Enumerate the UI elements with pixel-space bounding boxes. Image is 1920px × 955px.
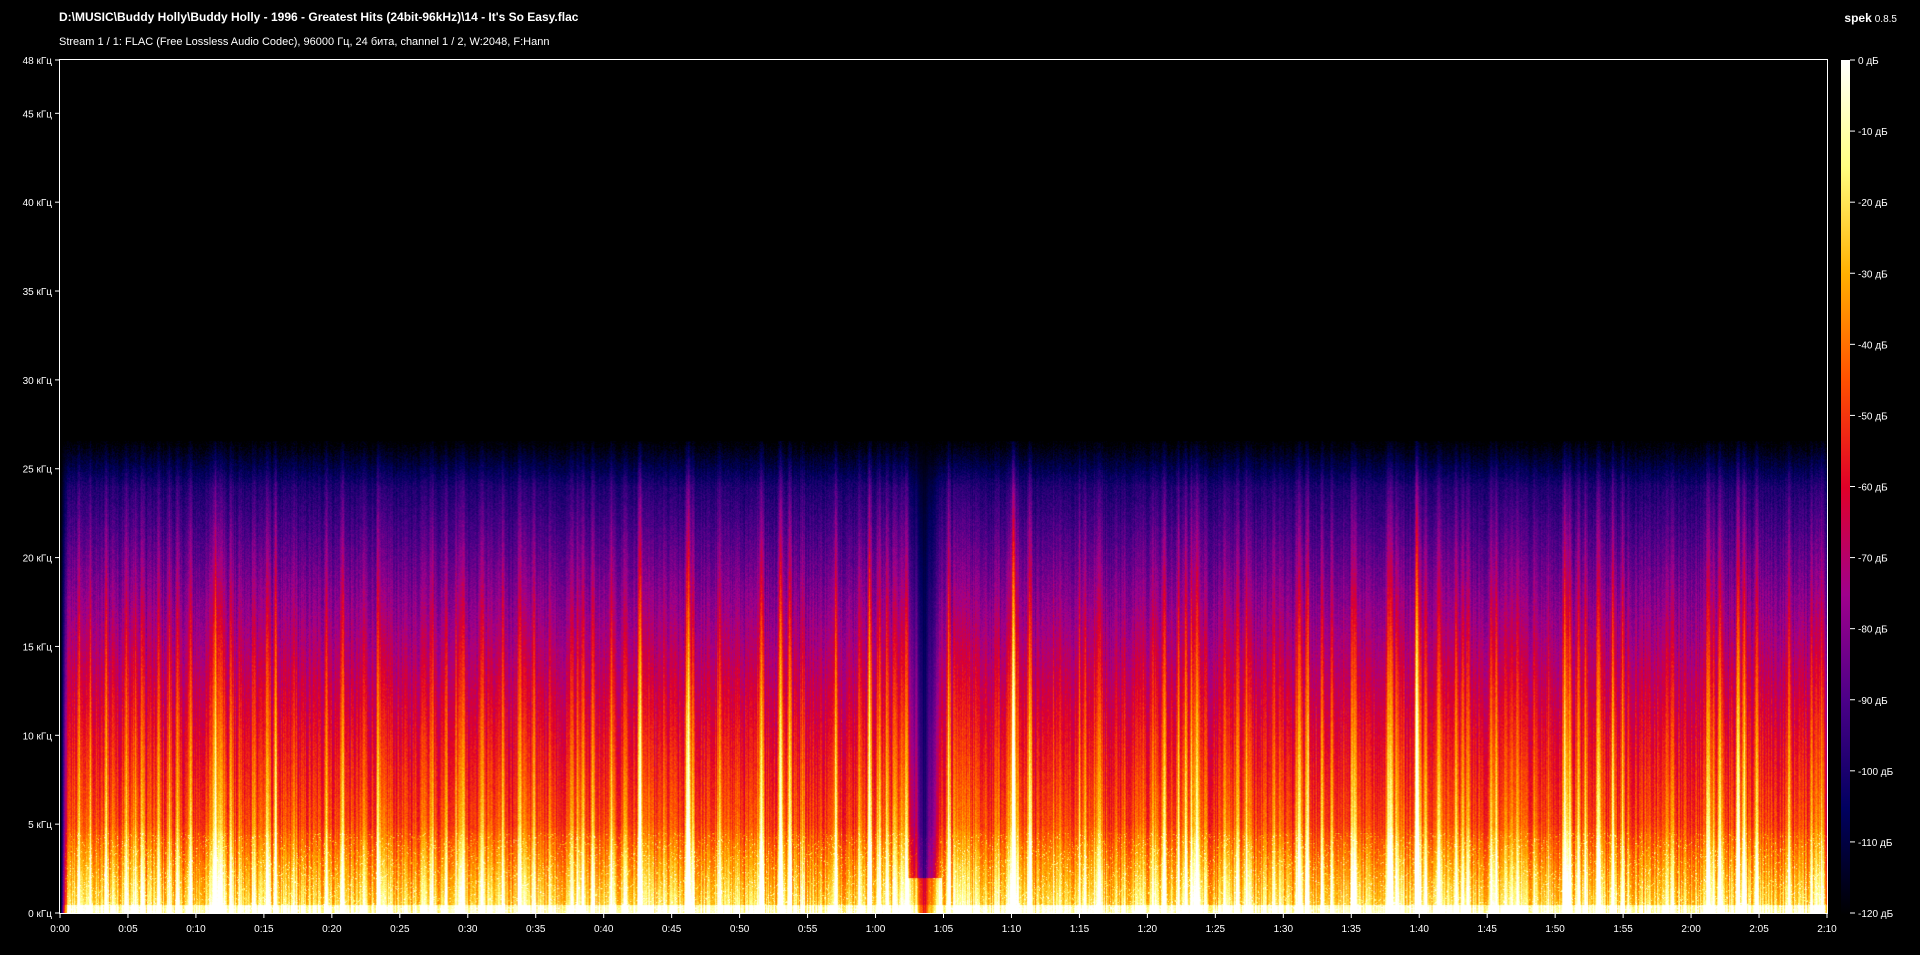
colorbar-tick-label: -90 дБ [1858, 696, 1888, 707]
colorbar-tick-label: -40 дБ [1858, 340, 1888, 351]
x-tick-label: 0:35 [526, 924, 546, 935]
x-tick-label: 1:05 [934, 924, 954, 935]
x-tick-label: 0:55 [798, 924, 818, 935]
x-tick-label: 0:00 [50, 924, 70, 935]
x-tick-label: 1:50 [1545, 924, 1565, 935]
y-tick-label: 20 кГц [23, 554, 53, 565]
y-tick-label: 40 кГц [23, 198, 53, 209]
x-tick-label: 1:45 [1477, 924, 1497, 935]
x-tick-label: 1:20 [1138, 924, 1158, 935]
colorbar-tick-label: -60 дБ [1858, 483, 1888, 494]
x-tick-label: 2:10 [1817, 924, 1837, 935]
y-tick-label: 45 кГц [23, 109, 53, 120]
x-tick-label: 1:35 [1342, 924, 1362, 935]
colorbar-tick-label: -70 дБ [1858, 554, 1888, 565]
y-tick-label: 30 кГц [23, 376, 53, 387]
x-tick-label: 0:25 [390, 924, 410, 935]
x-tick-label: 0:20 [322, 924, 342, 935]
x-tick-label: 1:40 [1409, 924, 1429, 935]
axes-layer: 0:00 0:05 0:10 0:15 0:20 0:25 0:30 0:35 0:40 0:45… [23, 56, 1894, 935]
x-tick-label: 1:55 [1613, 924, 1633, 935]
x-tick-label: 0:10 [186, 924, 206, 935]
x-tick-label: 1:25 [1206, 924, 1226, 935]
x-tick-label: 1:15 [1070, 924, 1090, 935]
y-tick-label: 15 кГц [23, 642, 53, 653]
x-tick-label: 1:10 [1002, 924, 1022, 935]
x-tick-label: 0:50 [730, 924, 750, 935]
colorbar-tick-label: -50 дБ [1858, 411, 1888, 422]
x-tick-label: 0:45 [662, 924, 682, 935]
x-tick-label: 1:30 [1274, 924, 1294, 935]
colorbar-tick-label: -20 дБ [1858, 198, 1888, 209]
x-tick-label: 2:00 [1681, 924, 1701, 935]
x-tick-label: 0:30 [458, 924, 478, 935]
colorbar-tick-label: -80 дБ [1858, 625, 1888, 636]
colorbar-tick-label: -100 дБ [1858, 767, 1894, 778]
colorbar-tick-label: -110 дБ [1858, 838, 1893, 849]
y-tick-label: 48 кГц [23, 56, 53, 67]
x-tick-label: 0:05 [118, 924, 138, 935]
x-tick-label: 1:00 [866, 924, 886, 935]
x-tick-label: 2:05 [1749, 924, 1769, 935]
y-tick-label: 25 кГц [23, 465, 53, 476]
colorbar-tick-label: -10 дБ [1858, 127, 1888, 138]
colorbar-tick-label: 0 дБ [1858, 56, 1879, 67]
spek-window: D:\MUSIC\Buddy Holly\Buddy Holly - 1996 … [0, 0, 1920, 955]
colorbar-tick-label: -30 дБ [1858, 269, 1888, 280]
x-tick-label: 0:40 [594, 924, 614, 935]
y-tick-label: 35 кГц [23, 287, 53, 298]
y-tick-label: 0 кГц [28, 909, 52, 920]
y-tick-label: 5 кГц [28, 820, 52, 831]
y-tick-label: 10 кГц [23, 731, 53, 742]
x-tick-label: 0:15 [254, 924, 274, 935]
colorbar-tick-label: -120 дБ [1858, 909, 1894, 920]
